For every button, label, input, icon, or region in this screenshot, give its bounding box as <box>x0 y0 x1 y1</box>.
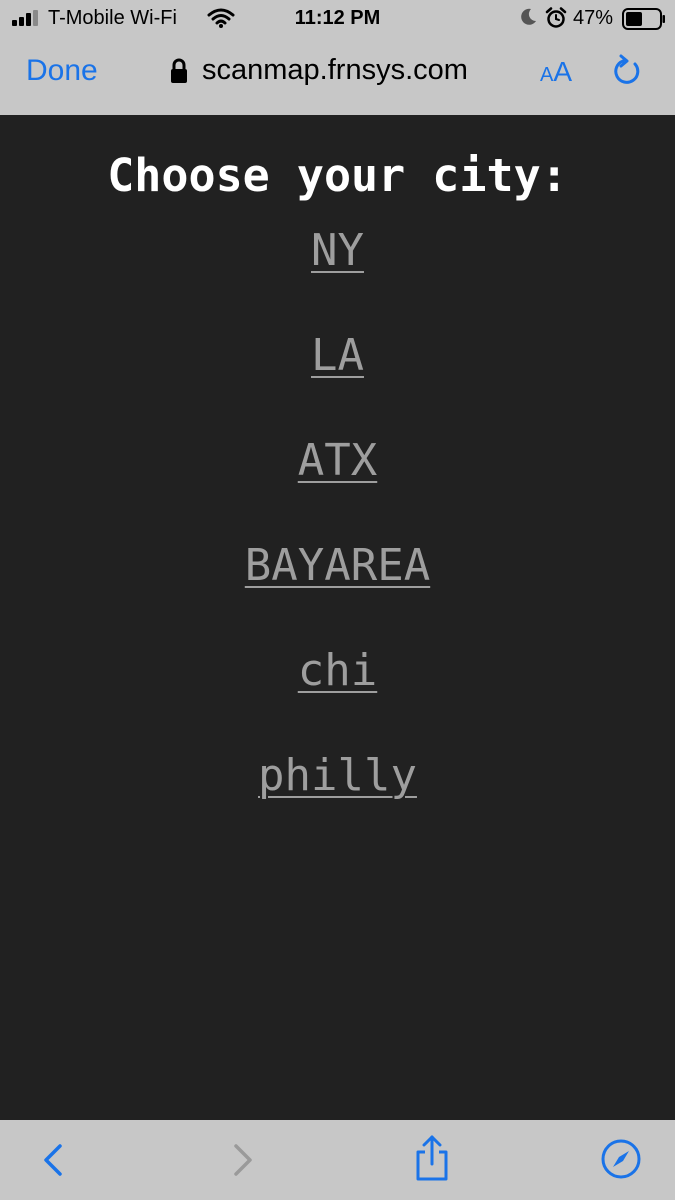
moon-icon <box>521 8 536 25</box>
text-size-small-glyph: A <box>540 64 554 86</box>
text-size-button[interactable]: AA <box>540 56 572 88</box>
page-heading: Choose your city: <box>107 149 568 202</box>
back-icon[interactable] <box>40 1140 68 1180</box>
city-link-bayarea[interactable]: BAYAREA <box>245 537 430 595</box>
city-list: NY LA ATX BAYAREA chi philly <box>0 222 675 805</box>
reload-icon[interactable] <box>611 54 643 88</box>
forward-icon[interactable] <box>228 1140 256 1180</box>
city-link-la[interactable]: LA <box>311 327 364 385</box>
city-link-ny[interactable]: NY <box>311 222 364 280</box>
page-content: Choose your city: NY LA ATX BAYAREA chi … <box>0 115 675 1120</box>
browser-toolbar: Done scanmap.frnsys.com AA <box>0 38 675 115</box>
share-icon[interactable] <box>412 1134 452 1182</box>
city-link-atx[interactable]: ATX <box>298 432 377 490</box>
lock-icon <box>171 58 187 83</box>
battery-percent: 47% <box>573 7 614 29</box>
alarm-icon <box>545 7 567 28</box>
city-link-chi[interactable]: chi <box>298 642 377 700</box>
address-url[interactable]: scanmap.frnsys.com <box>202 54 468 87</box>
compass-icon[interactable] <box>600 1138 642 1180</box>
status-bar: T-Mobile Wi-Fi 11:12 PM 47% <box>0 0 675 38</box>
city-link-philly[interactable]: philly <box>258 747 417 805</box>
battery-icon <box>622 8 665 30</box>
browser-bottom-toolbar <box>0 1120 675 1200</box>
done-button[interactable]: Done <box>26 54 98 88</box>
text-size-large-glyph: A <box>553 56 573 87</box>
